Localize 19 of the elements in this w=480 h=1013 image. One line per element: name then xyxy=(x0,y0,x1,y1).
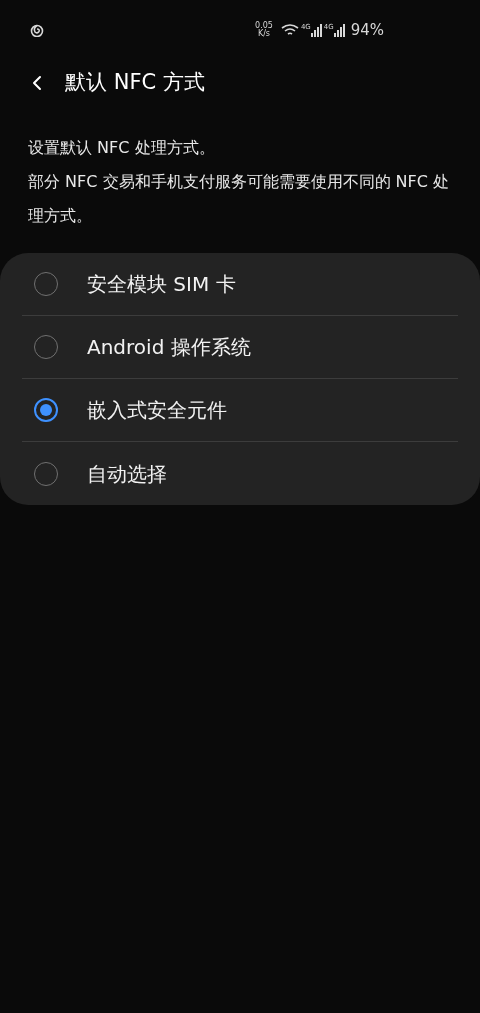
signal-icon xyxy=(310,23,322,37)
radio-button[interactable] xyxy=(34,398,58,422)
network-speed-unit: K/s xyxy=(257,30,270,38)
option-label: 嵌入式安全元件 xyxy=(87,397,227,424)
description-text: 部分 NFC 交易和手机支付服务可能需要使用不同的 NFC 处理方式。 xyxy=(28,171,451,227)
radio-option[interactable]: 嵌入式安全元件 xyxy=(22,379,458,442)
network-speed-value: 0.05 xyxy=(255,22,273,30)
battery-percentage: 94% xyxy=(350,19,384,41)
signal-icon xyxy=(333,23,345,37)
description-text: 设置默认 NFC 处理方式。 xyxy=(28,137,216,159)
radio-option[interactable]: 安全模块 SIM 卡 xyxy=(22,253,458,316)
option-label: 自动选择 xyxy=(87,460,167,488)
wifi-icon xyxy=(280,23,299,37)
option-label: 安全模块 SIM 卡 xyxy=(87,271,236,298)
page-title: 默认 NFC 方式 xyxy=(65,69,205,97)
radio-option[interactable]: 自动选择 xyxy=(22,442,458,505)
app-notification-icon xyxy=(30,22,44,37)
option-label: Android 操作系统 xyxy=(87,334,251,361)
radio-option[interactable]: Android 操作系统 xyxy=(22,316,458,379)
